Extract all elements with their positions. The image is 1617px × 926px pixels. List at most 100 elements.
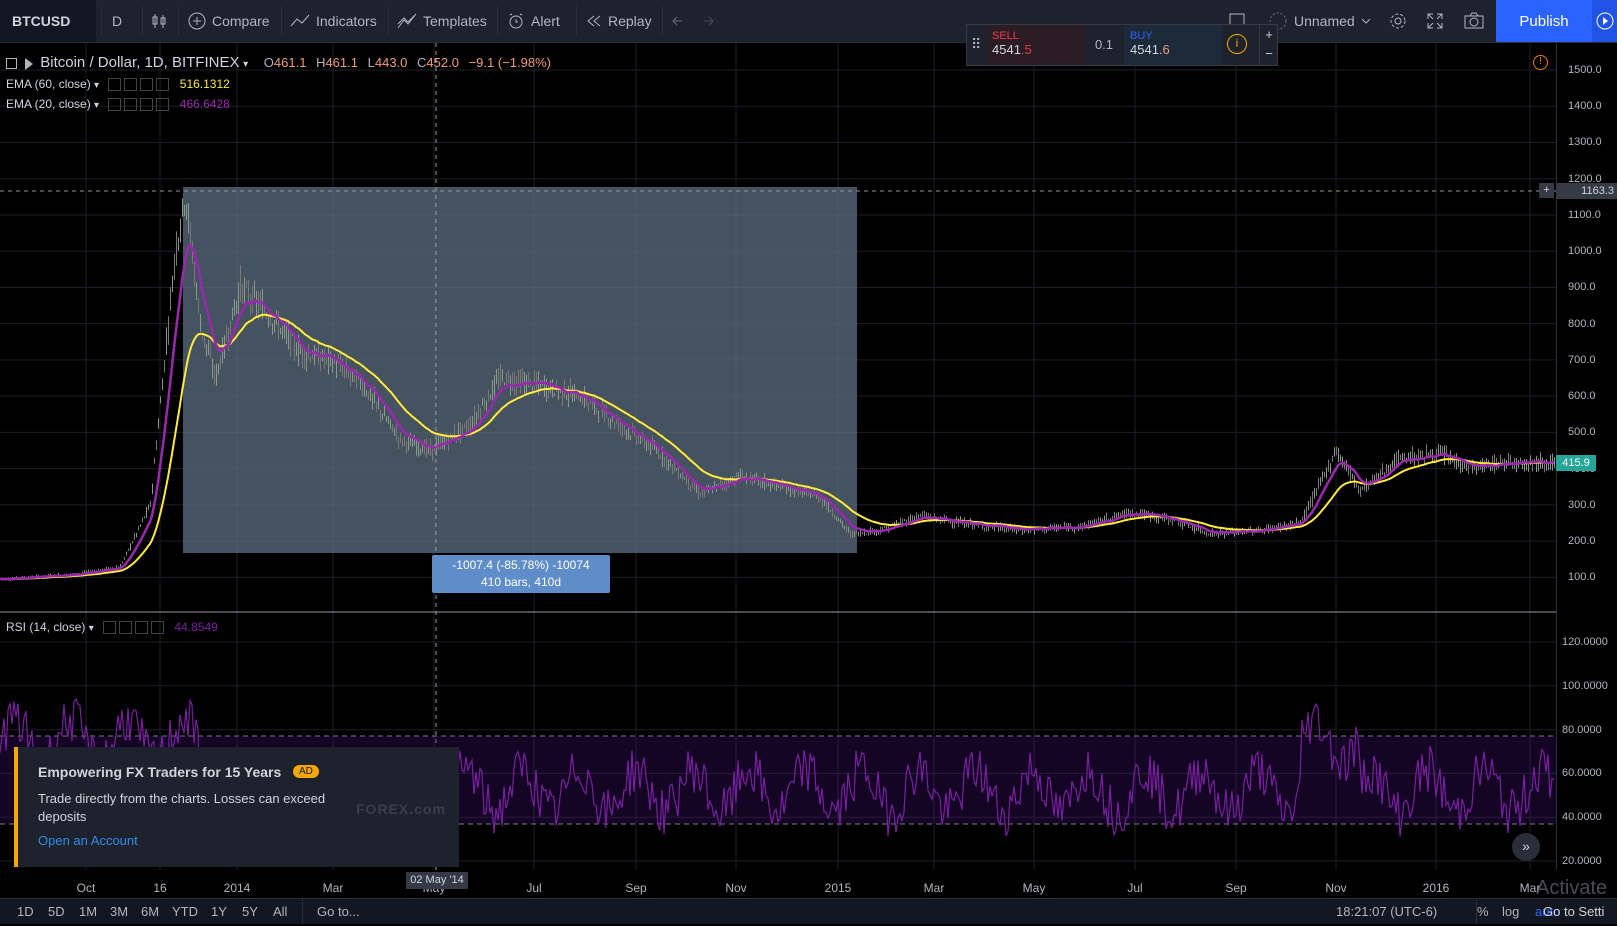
range-6m-button[interactable]: 6M (141, 898, 159, 926)
chart-canvas[interactable] (0, 43, 1556, 870)
range-5y-button[interactable]: 5Y (242, 898, 258, 926)
fullscreen-button[interactable] (1426, 0, 1444, 42)
plus-icon[interactable] (135, 621, 149, 635)
templates-icon (397, 13, 417, 29)
price-tick: 500.0 (1568, 426, 1596, 439)
gear-icon[interactable] (119, 621, 133, 635)
quantity-plus-button[interactable]: + (1259, 25, 1278, 45)
top-toolbar: BTCUSD D Compare Indicators Templates Al… (0, 0, 1617, 43)
eye-icon[interactable] (103, 621, 117, 635)
ema60-legend[interactable]: EMA (60, close) ▾ 516.1312 (6, 77, 230, 92)
low-key: L (367, 55, 375, 70)
rsi-tick: 40.0000 (1562, 811, 1602, 824)
ema20-legend[interactable]: EMA (20, close) ▾ 466.6428 (6, 97, 230, 112)
layout-name-button[interactable]: Unnamed (1268, 0, 1371, 42)
chart-style-button[interactable] (150, 0, 168, 42)
gear-icon[interactable] (124, 98, 138, 112)
goto-button[interactable]: Go to... (317, 898, 360, 926)
symbol-title[interactable]: Bitcoin / Dollar, 1D, BITFINEX (40, 54, 239, 71)
open-account-link[interactable]: Open an Account (38, 833, 138, 848)
buy-label: BUY (1130, 30, 1153, 42)
range-1m-button[interactable]: 1M (79, 898, 97, 926)
quantity-field[interactable]: 0.1 (1084, 25, 1124, 65)
snapshot-button[interactable] (1464, 0, 1484, 42)
toolbar-divider (281, 6, 282, 36)
toolbar-divider (576, 6, 577, 36)
range-ytd-button[interactable]: YTD (172, 898, 198, 926)
range-5d-button[interactable]: 5D (48, 898, 65, 926)
last-price: 415.9 (1562, 457, 1590, 469)
log-toggle[interactable]: log (1502, 898, 1519, 926)
ema60-value: 516.1312 (179, 77, 230, 91)
warning-icon[interactable]: ! (1533, 55, 1548, 70)
price-tick: 600.0 (1568, 390, 1596, 403)
price-tick: 1400.0 (1568, 100, 1602, 113)
range-1y-button[interactable]: 1Y (211, 898, 227, 926)
drag-handle-icon[interactable]: ⠿ (971, 36, 981, 53)
crosshair-price-label: + 1163.3 (1539, 183, 1617, 199)
percent-toggle[interactable]: % (1477, 898, 1489, 926)
go-to-settings-overlay: Go to Setti (1543, 904, 1605, 919)
sell-button[interactable]: SELL 4541.5 (986, 25, 1084, 65)
rsi-tick: 20.0000 (1562, 855, 1602, 867)
alert-button[interactable]: Alert (507, 0, 560, 42)
symbol-label: BTCUSD (12, 13, 71, 29)
close-icon[interactable] (156, 98, 170, 112)
measure-change: -1007.4 (-85.78%) -10074 (452, 558, 590, 572)
price-tick: 900.0 (1568, 281, 1596, 294)
high-value: 461.1 (325, 55, 358, 70)
plus-icon[interactable] (140, 78, 154, 92)
info-icon[interactable]: i (1227, 34, 1247, 54)
price-tick: 800.0 (1568, 317, 1596, 330)
scroll-to-realtime-button[interactable]: » (1512, 833, 1540, 861)
indicators-button[interactable]: Indicators (290, 0, 377, 42)
crosshair-price: 1163.3 (1581, 185, 1614, 197)
templates-label: Templates (423, 13, 487, 29)
close-icon[interactable] (156, 78, 170, 92)
alert-label: Alert (531, 13, 560, 29)
rsi-tick: 60.0000 (1562, 767, 1602, 780)
publish-menu-button[interactable] (1592, 0, 1617, 42)
replay-button[interactable]: Replay (586, 0, 652, 42)
eye-icon[interactable] (108, 78, 122, 92)
undo-button[interactable] (672, 0, 688, 42)
range-3m-button[interactable]: 3M (110, 898, 128, 926)
layout-name-label: Unnamed (1294, 13, 1355, 29)
play-circle-icon (1596, 12, 1613, 30)
clock: 18:21:07 (UTC-6) (1336, 904, 1438, 919)
sell-label: SELL (992, 30, 1019, 42)
symbol-search[interactable]: BTCUSD (0, 0, 96, 42)
redo-button[interactable] (698, 0, 714, 42)
gear-icon[interactable] (124, 78, 138, 92)
buy-button[interactable]: BUY 4541.6 (1124, 25, 1222, 65)
publish-button[interactable]: Publish (1496, 0, 1592, 42)
ema20-value: 466.6428 (179, 97, 230, 111)
replay-label: Replay (608, 13, 652, 29)
price-tick: 100.0 (1568, 571, 1596, 584)
quantity-minus-button[interactable]: − (1259, 45, 1278, 65)
crosshair-plus-icon[interactable]: + (1539, 183, 1554, 198)
ad-body: Trade directly from the charts. Losses c… (38, 791, 326, 824)
price-tick: 1100.0 (1568, 208, 1601, 221)
compare-button[interactable]: Compare (188, 0, 270, 42)
templates-button[interactable]: Templates (397, 0, 487, 42)
interval-button[interactable]: D (112, 0, 134, 42)
interval-label: D (112, 13, 123, 29)
settings-button[interactable] (1388, 0, 1408, 42)
toolbar-divider (101, 6, 102, 36)
rsi-legend[interactable]: RSI (14, close) ▾ 44.8549 (6, 620, 218, 635)
plus-icon[interactable] (140, 98, 154, 112)
rsi-tick: 120.0000 (1562, 636, 1608, 648)
publish-label: Publish (1519, 12, 1569, 30)
range-all-button[interactable]: All (273, 898, 287, 926)
ad-card[interactable]: Empowering FX Traders for 15 Years AD Tr… (14, 747, 459, 867)
camera-icon (1464, 12, 1484, 29)
range-1d-button[interactable]: 1D (17, 898, 34, 926)
legend-collapse-icon[interactable] (6, 58, 17, 70)
indicators-label: Indicators (316, 13, 377, 29)
time-tick: Jul (526, 881, 542, 895)
close-icon[interactable] (151, 621, 165, 635)
chevron-down-icon (1361, 18, 1371, 24)
eye-icon[interactable] (108, 98, 122, 112)
ad-title: Empowering FX Traders for 15 Years (38, 764, 282, 780)
